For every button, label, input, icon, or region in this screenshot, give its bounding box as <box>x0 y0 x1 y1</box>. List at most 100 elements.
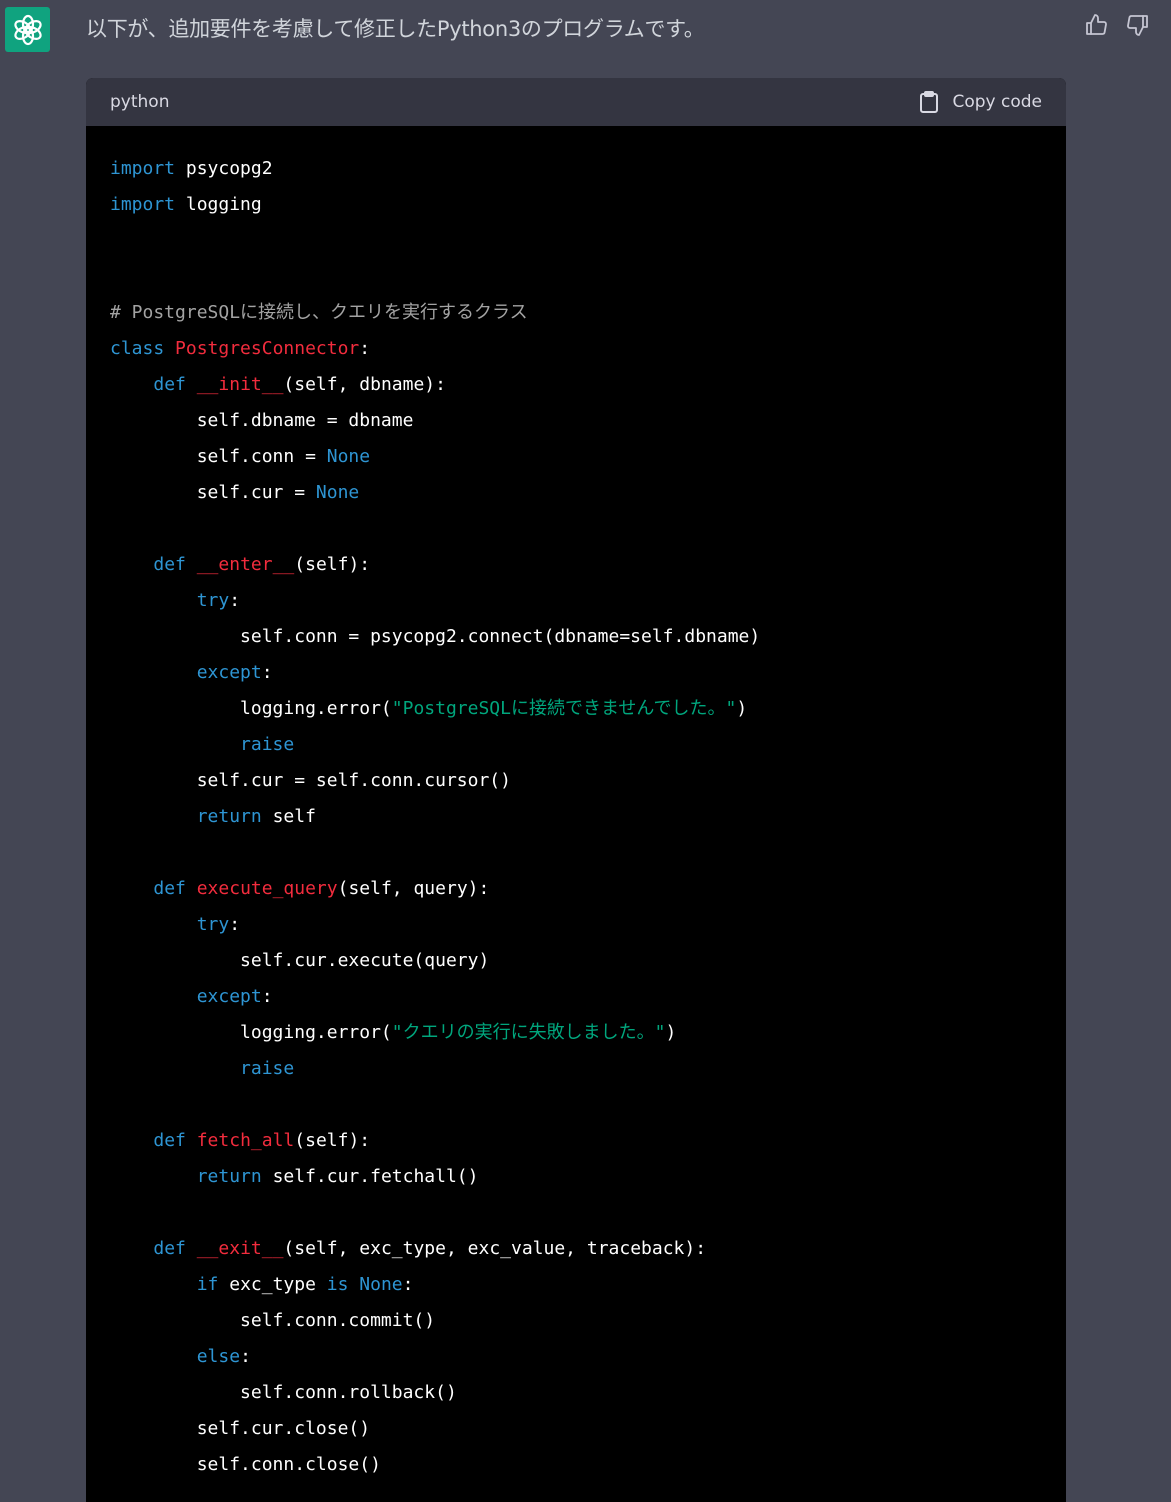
code-token: is <box>326 1274 349 1295</box>
assistant-avatar <box>5 7 50 52</box>
code-line: def __enter__(self): <box>110 547 1042 583</box>
code-token: (self): <box>294 1130 371 1151</box>
code-token: ) <box>665 1022 677 1043</box>
code-token: return <box>196 1166 262 1187</box>
code-token: PostgresConnector <box>175 338 360 359</box>
code-line: self.conn.commit() <box>110 1303 1042 1339</box>
thumbs-up-icon <box>1086 14 1107 35</box>
code-token: None <box>315 482 360 503</box>
code-token: : <box>402 1274 414 1295</box>
code-token: self.conn = psycopg2.connect(dbname=self… <box>110 626 761 647</box>
code-token: : <box>359 338 371 359</box>
code-token: : <box>261 986 273 1007</box>
code-line: raise <box>110 727 1042 763</box>
code-token: (self): <box>294 554 371 575</box>
thumbs-up-button[interactable] <box>1081 10 1111 40</box>
code-token: : <box>229 590 241 611</box>
code-token: raise <box>240 734 295 755</box>
code-token: psycopg2 <box>175 158 273 179</box>
code-token: self.dbname = dbname <box>110 410 414 431</box>
code-line: except: <box>110 979 1042 1015</box>
code-language-label: python <box>110 92 170 112</box>
chat-message: 以下が、追加要件を考慮して修正したPython3のプログラムです。 python… <box>0 0 1171 1502</box>
code-token: execute_query <box>196 878 338 899</box>
code-token: def <box>153 1238 186 1259</box>
code-line: return self <box>110 799 1042 835</box>
code-token: ) <box>736 698 748 719</box>
code-token: try <box>196 590 230 611</box>
code-line: self.conn.rollback() <box>110 1375 1042 1411</box>
code-token: self.cur.close() <box>110 1418 371 1439</box>
code-line: def fetch_all(self): <box>110 1123 1042 1159</box>
code-line: class PostgresConnector: <box>110 331 1042 367</box>
code-token: try <box>196 914 230 935</box>
code-token: import <box>110 194 176 215</box>
code-line: import logging <box>110 187 1042 223</box>
code-token: def <box>153 554 186 575</box>
thumbs-down-button[interactable] <box>1123 10 1153 40</box>
code-token: if <box>196 1274 219 1295</box>
code-line: self.conn.close() <box>110 1447 1042 1483</box>
code-token: class <box>110 338 165 359</box>
code-token: self <box>261 806 316 827</box>
copy-code-button[interactable]: Copy code <box>918 90 1042 114</box>
code-line: self.cur = self.conn.cursor() <box>110 763 1042 799</box>
code-line: self.conn = None <box>110 439 1042 475</box>
code-line: logging.error("クエリの実行に失敗しました。") <box>110 1015 1042 1051</box>
code-line: else: <box>110 1339 1042 1375</box>
code-line: # PostgreSQLに接続し、クエリを実行するクラス <box>110 295 1042 331</box>
code-token: else <box>196 1346 241 1367</box>
code-token: : <box>240 1346 251 1367</box>
code-line: self.cur.close() <box>110 1411 1042 1447</box>
code-line: def execute_query(self, query): <box>110 871 1042 907</box>
code-line: def __init__(self, dbname): <box>110 367 1042 403</box>
code-line: import psycopg2 <box>110 151 1042 187</box>
code-line: self.dbname = dbname <box>110 403 1042 439</box>
code-token: "PostgreSQLに接続できませんでした。" <box>391 698 737 719</box>
code-token: return <box>196 806 262 827</box>
code-token: __init__ <box>196 374 284 395</box>
code-token: except <box>196 986 262 1007</box>
code-block: python Copy code import psycopg2 import l… <box>86 78 1066 1502</box>
code-token: def <box>153 374 186 395</box>
code-token: "クエリの実行に失敗しました。" <box>391 1022 666 1043</box>
code-token: self.cur.fetchall() <box>261 1166 479 1187</box>
code-line: def __exit__(self, exc_type, exc_value, … <box>110 1231 1042 1267</box>
code-line: raise <box>110 1051 1042 1087</box>
thumbs-down-icon <box>1127 15 1148 36</box>
code-token: self.conn.rollback() <box>110 1382 457 1403</box>
code-line: except: <box>110 655 1042 691</box>
code-token: def <box>153 1130 186 1151</box>
code-content: import psycopg2 import logging # PostgreSQ… <box>86 126 1066 1483</box>
code-token: __exit__ <box>196 1238 284 1259</box>
code-token: exc_type <box>218 1274 327 1295</box>
code-token: (self, exc_type, exc_value, traceback): <box>283 1238 707 1259</box>
openai-logo-icon <box>13 14 42 45</box>
code-line: try: <box>110 583 1042 619</box>
code-token: fetch_all <box>196 1130 295 1151</box>
message-text: 以下が、追加要件を考慮して修正したPython3のプログラムです。 <box>86 17 705 41</box>
code-token: None <box>359 1274 403 1295</box>
code-token: __enter__ <box>196 554 295 575</box>
code-token: None <box>326 446 371 467</box>
code-token: (self, query): <box>337 878 490 899</box>
